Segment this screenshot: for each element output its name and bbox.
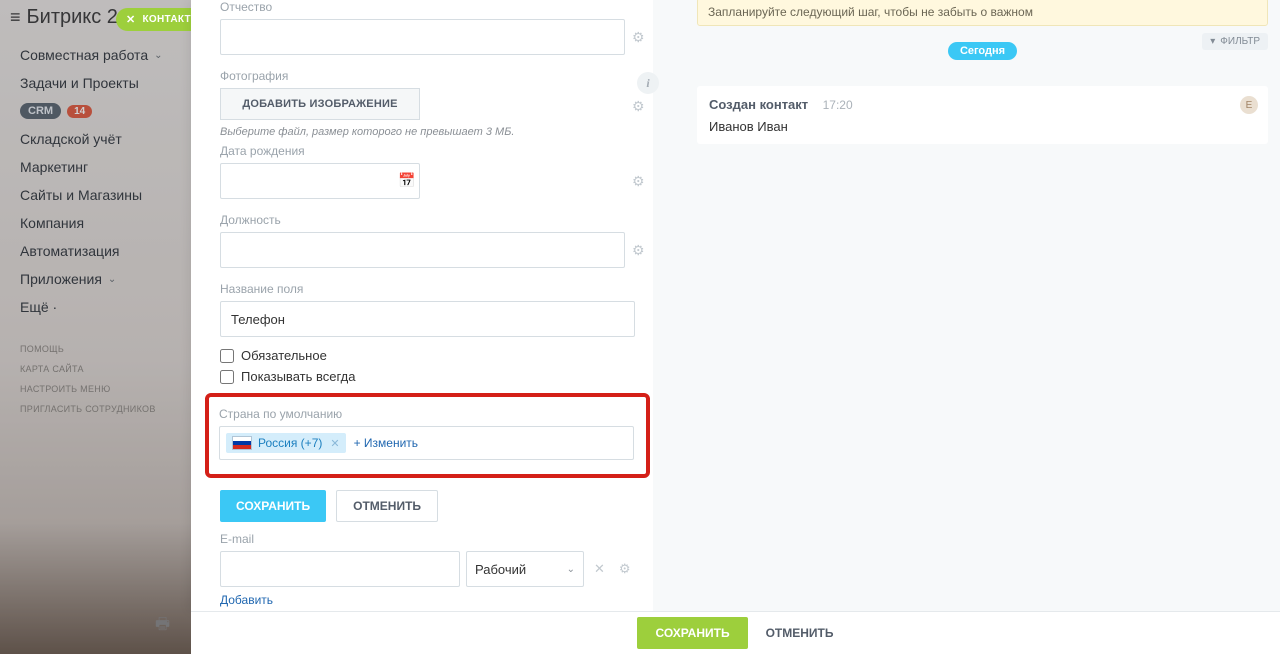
sidebar-item-company[interactable]: Компания [20, 209, 191, 237]
app-logo: Битрикс 2 [27, 6, 118, 29]
field-name-label: Название поля [220, 282, 653, 301]
crm-pill: CRM [20, 103, 61, 119]
tip-text: Запланируйте следующий шаг, чтобы не заб… [708, 5, 1033, 19]
required-checkbox[interactable] [220, 349, 234, 363]
footer-link-sitemap[interactable]: КАРТА САЙТА [20, 359, 191, 379]
flag-russia-icon [232, 436, 252, 450]
avatar[interactable]: E [1240, 96, 1258, 114]
add-email-link[interactable]: Добавить [220, 587, 653, 609]
sidebar-item-collab[interactable]: Совместная работа ⌄ [20, 41, 191, 69]
filter-button[interactable]: ▾ ФИЛЬТР [1202, 33, 1268, 50]
country-chip[interactable]: Россия (+7) ✕ [226, 433, 346, 453]
sidebar-item-marketing[interactable]: Маркетинг [20, 153, 191, 181]
chevron-down-icon: ⌄ [108, 274, 116, 285]
chevron-down-icon: ⌄ [154, 50, 162, 61]
field-name-input[interactable] [220, 301, 635, 337]
cancel-button[interactable]: ОТМЕНИТЬ [766, 626, 834, 640]
contact-tag-pill[interactable]: ✕ КОНТАКТ [116, 8, 203, 31]
hamburger-icon[interactable]: ≡ [10, 7, 21, 28]
photo-label: Фотография [220, 69, 653, 88]
timeline-entry-time: 17:20 [813, 98, 853, 112]
default-country-highlight: Страна по умолчанию Россия (+7) ✕ + Изме… [205, 393, 650, 478]
footer-link-help[interactable]: ПОМОЩЬ [20, 339, 191, 359]
sidebar-item-more[interactable]: Ещё · [20, 293, 191, 321]
gear-icon[interactable]: ⚙ [632, 242, 645, 259]
sidebar-item-label: Задачи и Проекты [20, 75, 139, 91]
today-divider: Сегодня [948, 42, 1017, 60]
job-input[interactable] [220, 232, 625, 268]
remove-chip-icon[interactable]: ✕ [328, 437, 339, 450]
dob-label: Дата рождения [220, 144, 653, 163]
sidebar-item-label: Автоматизация [20, 243, 119, 259]
save-field-button[interactable]: СОХРАНИТЬ [220, 490, 326, 522]
timeline-entry-body: Иванов Иван [709, 114, 1256, 134]
add-image-button[interactable]: ДОБАВИТЬ ИЗОБРАЖЕНИЕ [220, 88, 420, 120]
sidebar-item-sites[interactable]: Сайты и Магазины [20, 181, 191, 209]
email-label: E-mail [220, 532, 653, 551]
country-input[interactable]: Россия (+7) ✕ + Изменить [219, 426, 634, 460]
info-marker-icon: i [637, 72, 659, 94]
sidebar-item-warehouse[interactable]: Складской учёт [20, 125, 191, 153]
country-chip-label: Россия (+7) [258, 436, 322, 450]
form-column: Отчество ⚙ Фотография ДОБАВИТЬ ИЗОБРАЖЕН… [191, 0, 653, 611]
timeline-column: i Запланируйте следующий шаг, чтобы не з… [653, 0, 1280, 611]
sidebar-item-apps[interactable]: Приложения ⌄ [20, 265, 191, 293]
save-button[interactable]: СОХРАНИТЬ [637, 617, 747, 649]
printer-icon[interactable]: 🖶 [155, 613, 170, 640]
always-show-checkbox[interactable] [220, 370, 234, 384]
cancel-field-button[interactable]: ОТМЕНИТЬ [336, 490, 438, 522]
email-type-select[interactable]: Рабочий ⌄ [466, 551, 584, 587]
always-show-checkbox-row[interactable]: Показывать всегда [220, 366, 653, 387]
photo-hint: Выберите файл, размер которого не превыш… [220, 122, 653, 138]
filter-icon: ▾ [1210, 36, 1215, 47]
sidebar-item-tasks[interactable]: Задачи и Проекты [20, 69, 191, 97]
required-checkbox-label: Обязательное [241, 348, 327, 363]
sidebar-item-label: Складской учёт [20, 131, 122, 147]
gear-icon[interactable]: ⚙ [632, 98, 645, 115]
sidebar-item-label: Ещё · [20, 299, 57, 315]
patronymic-input[interactable] [220, 19, 625, 55]
contact-tag-label: КОНТАКТ [143, 14, 191, 25]
bottom-action-bar: СОХРАНИТЬ ОТМЕНИТЬ [191, 611, 1280, 654]
job-label: Должность [220, 213, 653, 232]
calendar-icon[interactable]: 📅 [398, 172, 415, 189]
gear-icon[interactable]: ⚙ [632, 29, 645, 46]
tip-banner: Запланируйте следующий шаг, чтобы не заб… [697, 0, 1268, 26]
always-show-checkbox-label: Показывать всегда [241, 369, 355, 384]
country-label: Страна по умолчанию [219, 407, 632, 426]
slide-panel: Отчество ⚙ Фотография ДОБАВИТЬ ИЗОБРАЖЕН… [191, 0, 1280, 611]
email-type-value: Рабочий [475, 562, 526, 577]
sidebar-item-label: Совместная работа [20, 47, 148, 63]
email-input[interactable] [220, 551, 460, 587]
sidebar-footer: ПОМОЩЬ КАРТА САЙТА НАСТРОИТЬ МЕНЮ ПРИГЛА… [0, 321, 191, 419]
footer-link-invite[interactable]: ПРИГЛАСИТЬ СОТРУДНИКОВ [20, 399, 191, 419]
sidebar-item-label: Маркетинг [20, 159, 88, 175]
footer-link-configure[interactable]: НАСТРОИТЬ МЕНЮ [20, 379, 191, 399]
dob-input[interactable] [220, 163, 420, 199]
gear-icon[interactable]: ⚙ [615, 561, 635, 577]
sidebar-item-label: Приложения [20, 271, 102, 287]
sidebar: ≡ Битрикс 2 Совместная работа ⌄ Задачи и… [0, 0, 191, 654]
gear-icon[interactable]: ⚙ [632, 173, 645, 190]
remove-email-icon[interactable]: ✕ [590, 561, 609, 577]
timeline-entry-title: Создан контакт [709, 97, 808, 112]
change-country-link[interactable]: + Изменить [354, 436, 418, 450]
sidebar-item-label: Компания [20, 215, 84, 231]
sidebar-item-automation[interactable]: Автоматизация [20, 237, 191, 265]
crm-badge: 14 [67, 105, 92, 118]
sidebar-item-crm[interactable]: CRM 14 [20, 97, 191, 125]
filter-label: ФИЛЬТР [1220, 36, 1260, 47]
patronymic-label: Отчество [220, 0, 653, 19]
required-checkbox-row[interactable]: Обязательное [220, 345, 653, 366]
chevron-down-icon: ⌄ [567, 564, 575, 575]
sidebar-item-label: Сайты и Магазины [20, 187, 142, 203]
close-icon[interactable]: ✕ [126, 13, 136, 26]
timeline-entry[interactable]: Создан контакт 17:20 Иванов Иван E [697, 86, 1268, 144]
